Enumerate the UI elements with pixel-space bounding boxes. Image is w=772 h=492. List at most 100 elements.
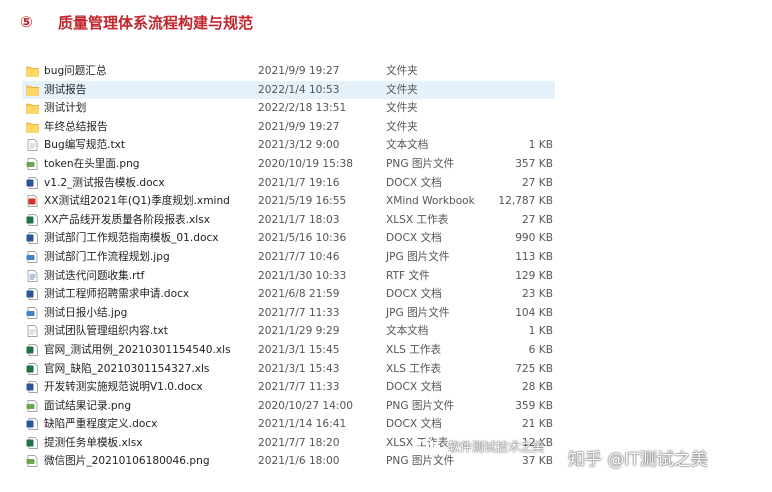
png-file-icon (26, 399, 39, 412)
file-type: PNG 图片文件 (386, 399, 455, 412)
file-row[interactable]: 官网_缺陷_20210301154327.xls 2021/3/1 15:43 XL… (22, 360, 555, 379)
file-date: 2022/2/18 13:51 (258, 102, 347, 115)
file-row[interactable]: 官网_测试用例_20210301154540.xls 2021/3/1 15:45… (22, 341, 555, 360)
file-row[interactable]: 测试工程师招聘需求申请.docx 2021/6/8 21:59 DOCX 文档 23 … (22, 285, 555, 304)
txt-file-icon (26, 139, 39, 152)
file-row[interactable]: 测试部门工作流程规划.jpg 2021/7/7 10:46 JPG 图片文件 113 … (22, 248, 555, 267)
file-size: 359 KB (515, 399, 553, 412)
file-date: 2021/1/29 9:29 (258, 325, 340, 338)
file-row[interactable]: XX测试组2021年(Q1)季度规划.xmind 2021/5/19 16:55 X… (22, 192, 555, 211)
file-size: 357 KB (515, 157, 553, 170)
file-size: 6 KB (528, 343, 553, 356)
file-name: 提测任务单模板.xlsx (44, 436, 143, 449)
file-name: 官网_缺陷_20210301154327.xls (44, 362, 210, 375)
file-type: DOCX 文档 (386, 176, 442, 189)
file-type: DOCX 文档 (386, 381, 442, 394)
file-row[interactable]: 测试团队管理组织内容.txt 2021/1/29 9:29 文本文档 1 KB (22, 322, 555, 341)
file-size: 21 KB (521, 418, 553, 431)
docx-file-icon (26, 232, 39, 245)
wechat-watermark: 软件测试技术之美 (418, 434, 544, 458)
file-date: 2021/9/9 19:27 (258, 120, 340, 133)
docx-file-icon (26, 288, 39, 300)
file-name: 测试报告 (44, 83, 87, 96)
file-date: 2021/5/19 16:55 (258, 195, 347, 208)
docx-file-icon (26, 176, 39, 189)
file-type: DOCX 文档 (386, 288, 442, 301)
jpg-file-icon (26, 306, 39, 319)
file-row[interactable]: Bug编写规范.txt 2021/3/12 9:00 文本文档 1 KB (22, 136, 555, 155)
file-size: 990 KB (515, 232, 553, 245)
file-date: 2021/6/8 21:59 (258, 288, 340, 301)
file-name: 测试部门工作规范指南模板_01.docx (44, 232, 219, 245)
docx-file-icon (26, 418, 39, 431)
file-name: 测试日报小结.jpg (44, 306, 128, 319)
file-size: 23 KB (521, 288, 553, 301)
zhihu-watermark: 知乎 @IT测试之美 (568, 450, 708, 470)
file-date: 2021/7/7 11:33 (258, 306, 340, 319)
file-type: 文本文档 (386, 139, 429, 152)
file-row[interactable]: v1.2_测试报告模板.docx 2021/1/7 19:16 DOCX 文档 27 … (22, 174, 555, 193)
file-size: 113 KB (515, 250, 553, 263)
file-size: 1 KB (528, 325, 553, 338)
section-title: ⑤ 质量管理体系流程构建与规范 (20, 10, 253, 34)
file-name: 测试迭代问题收集.rtf (44, 269, 145, 282)
file-size: 1 KB (528, 139, 553, 152)
file-type: 文件夹 (386, 83, 418, 96)
file-date: 2021/1/30 10:33 (258, 269, 347, 282)
file-row[interactable]: 缺陷严重程度定义.docx 2021/1/14 16:41 DOCX 文档 21 KB (22, 415, 555, 434)
file-row[interactable]: 面试结果记录.png 2020/10/27 14:00 PNG 图片文件 359 KB (22, 397, 555, 416)
file-type: 文本文档 (386, 325, 429, 338)
file-size: 725 KB (515, 362, 553, 375)
file-type: 文件夹 (386, 120, 418, 133)
folder-icon (26, 84, 39, 96)
file-name: 测试工程师招聘需求申请.docx (44, 288, 190, 301)
xmind-file-icon (26, 195, 39, 208)
folder-row[interactable]: 年终总结报告 2021/9/9 19:27 文件夹 (22, 118, 555, 137)
file-row[interactable]: 开发转测实施规范说明V1.0.docx 2021/7/7 11:33 DOCX 文档… (22, 378, 555, 397)
png-file-icon (26, 455, 39, 468)
file-name: 年终总结报告 (44, 120, 108, 133)
file-date: 2021/1/7 19:16 (258, 176, 340, 189)
file-size: 27 KB (521, 176, 553, 189)
file-date: 2021/1/7 18:03 (258, 213, 340, 226)
folder-row[interactable]: bug问题汇总 2021/9/9 19:27 文件夹 (22, 62, 555, 81)
file-name: 测试团队管理组织内容.txt (44, 325, 168, 338)
section-number: ⑤ (20, 13, 33, 31)
folder-icon (26, 65, 39, 77)
file-type: DOCX 文档 (386, 418, 442, 431)
file-type: XLS 工作表 (386, 362, 442, 375)
file-name: 官网_测试用例_20210301154540.xls (44, 343, 231, 356)
file-row[interactable]: 测试日报小结.jpg 2021/7/7 11:33 JPG 图片文件 104 KB (22, 304, 555, 323)
file-row[interactable]: 测试迭代问题收集.rtf 2021/1/30 10:33 RTF 文件 129 KB (22, 267, 555, 286)
jpg-file-icon (26, 251, 39, 263)
file-name: 面试结果记录.png (44, 399, 132, 412)
file-date: 2021/7/7 10:46 (258, 250, 340, 263)
file-type: JPG 图片文件 (386, 250, 450, 263)
file-name: v1.2_测试报告模板.docx (44, 176, 165, 189)
file-type: XMind Workbook (386, 195, 475, 208)
file-date: 2021/3/1 15:43 (258, 362, 340, 375)
folder-row[interactable]: 测试报告 2022/1/4 10:53 文件夹 (22, 80, 555, 100)
xls-file-icon (26, 362, 39, 375)
file-row[interactable]: 测试部门工作规范指南模板_01.docx 2021/5/16 10:36 DOCX … (22, 229, 555, 248)
file-type: 文件夹 (386, 102, 418, 115)
file-type: 文件夹 (386, 65, 418, 77)
file-name: 开发转测实施规范说明V1.0.docx (44, 381, 203, 394)
file-date: 2022/1/4 10:53 (258, 83, 340, 96)
file-type: RTF 文件 (386, 269, 430, 282)
xlsx-file-icon (26, 437, 39, 449)
file-name: XX测试组2021年(Q1)季度规划.xmind (44, 195, 230, 208)
file-size: 129 KB (515, 269, 553, 282)
file-type: PNG 图片文件 (386, 157, 455, 170)
file-row[interactable]: token在头里面.png 2020/10/19 15:38 PNG 图片文件 357… (22, 155, 555, 174)
file-type: JPG 图片文件 (386, 306, 450, 319)
folder-row[interactable]: 测试计划 2022/2/18 13:51 文件夹 (22, 99, 555, 118)
file-row[interactable]: XX产品线开发质量各阶段报表.xlsx 2021/1/7 18:03 XLSX 工作… (22, 211, 555, 230)
txt-file-icon (26, 325, 39, 338)
wechat-account-text: 软件测试技术之美 (448, 439, 545, 454)
file-date: 2021/1/6 18:00 (258, 455, 340, 468)
file-name: XX产品线开发质量各阶段报表.xlsx (44, 213, 211, 226)
file-date: 2020/10/27 14:00 (258, 399, 353, 412)
file-name: 缺陷严重程度定义.docx (44, 418, 158, 431)
file-name: Bug编写规范.txt (44, 139, 126, 152)
